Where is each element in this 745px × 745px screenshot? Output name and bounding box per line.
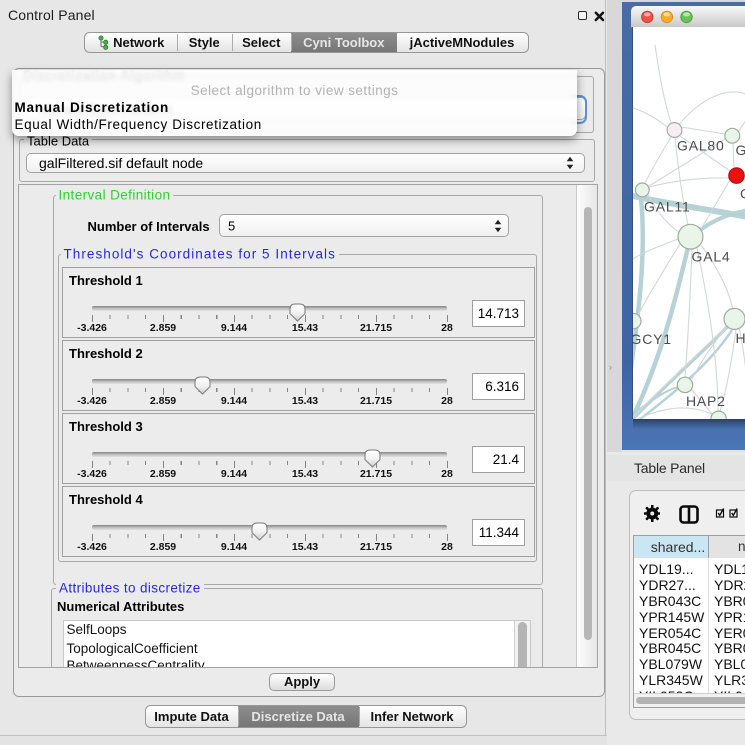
svg-text:GAL11: GAL11 (644, 199, 691, 215)
svg-text:GAL80: GAL80 (677, 138, 725, 154)
svg-text:HAP2: HAP2 (686, 393, 726, 409)
svg-text:GA: GA (736, 142, 745, 158)
svg-text:C: C (740, 186, 745, 202)
svg-text:H: H (736, 330, 745, 346)
svg-text:GAL4: GAL4 (692, 249, 731, 265)
svg-text:GCY1: GCY1 (633, 331, 672, 347)
